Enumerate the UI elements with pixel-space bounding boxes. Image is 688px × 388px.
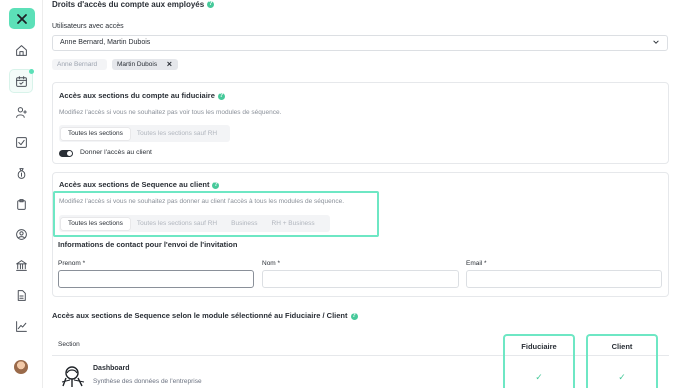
home-icon[interactable] [9,38,33,62]
bank-icon[interactable] [9,253,33,277]
money-bag-icon[interactable] [9,161,33,185]
segment-option-toutes[interactable]: Toutes les sections [61,217,130,230]
segment-option-rh-business[interactable]: RH + Business [265,218,322,230]
check-icon[interactable]: ✓ [505,372,573,383]
fiduciaire-section-segmented: Toutes les sections Toutes les sections … [59,125,230,142]
module-row-subtitle: Synthèse des données de l'entreprise [93,378,202,385]
user-chip-anne-bernard: Anne Bernard [52,59,107,70]
document-icon[interactable] [9,283,33,307]
segment-option-sauf-rh[interactable]: Toutes les sections sauf RH [130,128,224,140]
nom-field[interactable] [262,270,459,288]
client-access-toggle[interactable] [59,150,73,157]
segment-option-toutes[interactable]: Toutes les sections [61,127,130,140]
fiduciaire-card-title: Accès aux sections du compte au fiduciai… [59,91,225,100]
column-header-client: Client [611,342,633,351]
page-title-text: Droits d'accès du compte aux employés [52,0,205,9]
column-fiduciaire: Fiduciaire ✓ [503,334,575,388]
notification-dot [29,69,34,74]
client-access-toggle-label: Donner l'accès au client [80,149,152,156]
help-icon[interactable]: ? [212,181,220,189]
close-icon[interactable]: × [167,59,172,70]
chart-line-icon[interactable] [9,314,33,338]
module-row-title: Dashboard [93,365,130,372]
check-icon[interactable]: ✓ [588,372,656,383]
chevron-down-icon [653,40,659,44]
users-select[interactable]: Anne Bernard, Martin Dubois [52,35,668,51]
main-content: Droits d'accès du compte aux employés? U… [43,0,688,388]
help-icon[interactable]: ? [207,1,215,9]
column-header-fiduciaire: Fiduciaire [521,342,557,351]
client-section-segmented: Toutes les sections Toutes les sections … [59,215,330,232]
page-title: Droits d'accès du compte aux employés? [52,0,215,9]
fiduciaire-card-subtitle: Modifiez l'accès si vous ne souhaitez pa… [59,109,282,116]
segment-option-business[interactable]: Business [224,218,264,230]
prenom-field[interactable] [58,270,254,288]
client-card-title: Accès aux sections de Sequence au client… [59,180,220,189]
user-chip-label: Martin Dubois [117,61,158,68]
modules-section-title: Accès aux sections de Sequence selon le … [52,311,358,320]
users-label: Utilisateurs avec accès [52,23,124,30]
fiduciaire-access-card: Accès aux sections du compte au fiduciai… [52,82,669,164]
fiduciaire-card-title-text: Accès aux sections du compte au fiduciai… [59,91,215,100]
modules-table-header: Section [52,334,669,356]
client-card-subtitle: Modifiez l'accès si vous ne souhaitez pa… [59,198,345,205]
user-circle-icon[interactable] [9,222,33,246]
users-select-value: Anne Bernard, Martin Dubois [60,39,151,46]
clipboard-icon[interactable] [9,192,33,216]
email-label: Email * [466,260,487,267]
avatar[interactable] [14,360,28,374]
nom-label: Nom * [262,260,281,267]
users-icon[interactable] [9,100,33,124]
help-icon[interactable]: ? [350,312,358,320]
sidebar [0,0,43,388]
user-chip-martin-dubois: Martin Dubois × [112,59,178,70]
contact-info-title: Informations de contact pour l'envoi de … [58,240,238,249]
checklist-icon[interactable] [9,130,33,154]
prenom-label: Prenom * [58,260,86,267]
sequence-logo-icon[interactable] [9,8,35,29]
segment-option-sauf-rh[interactable]: Toutes les sections sauf RH [130,218,224,230]
dashboard-illustration-icon [61,366,85,387]
client-card-title-text: Accès aux sections de Sequence au client [59,180,210,189]
column-client: Client ✓ [586,334,658,388]
email-field[interactable] [466,270,662,288]
user-chip-label: Anne Bernard [57,61,98,68]
column-header-section: Section [58,341,80,348]
help-icon[interactable]: ? [217,92,225,100]
modules-section-title-text: Accès aux sections de Sequence selon le … [52,311,348,320]
